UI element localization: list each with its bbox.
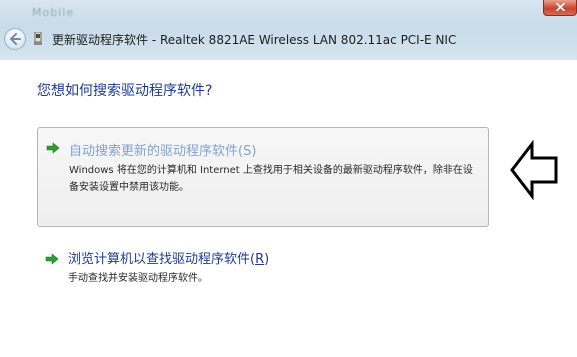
browse-title-text: 浏览计算机以查找驱动程序软件( bbox=[68, 252, 256, 267]
network-device-icon bbox=[34, 32, 42, 45]
auto-search-description: Windows 将在您的计算机和 Internet 上查找用于相关设备的最新驱动… bbox=[69, 165, 473, 193]
update-driver-window: Mobile 更新驱动程序软件 - Realtek 8821AE Wireles… bbox=[0, 0, 577, 357]
blurred-background-text: Mobile bbox=[32, 6, 75, 19]
left-pointing-arrow-icon bbox=[510, 140, 558, 200]
browse-computer-description: 手动查找并安装驱动程序软件。 bbox=[68, 273, 208, 284]
browse-access-key: R bbox=[255, 252, 265, 267]
close-button[interactable] bbox=[543, 0, 577, 16]
browse-computer-title: 浏览计算机以查找驱动程序软件(R) bbox=[68, 248, 269, 267]
green-arrow-icon bbox=[45, 253, 59, 265]
auto-search-option[interactable]: 自动搜索更新的驱动程序软件(S) Windows 将在您的计算机和 Intern… bbox=[37, 127, 489, 227]
browse-title-end: ) bbox=[264, 252, 270, 267]
back-button[interactable] bbox=[4, 28, 26, 50]
browse-computer-option[interactable]: 浏览计算机以查找驱动程序软件(R) 手动查找并安装驱动程序软件。 bbox=[37, 246, 497, 296]
green-arrow-icon bbox=[46, 142, 60, 154]
back-arrow-icon bbox=[10, 33, 21, 45]
auto-search-title: 自动搜索更新的驱动程序软件(S) bbox=[69, 144, 257, 159]
page-heading: 您想如何搜索驱动程序软件? bbox=[37, 83, 213, 99]
dialog-content: 您想如何搜索驱动程序软件? 自动搜索更新的驱动程序软件(S) Windows 将… bbox=[0, 60, 577, 357]
title-bar: Mobile 更新驱动程序软件 - Realtek 8821AE Wireles… bbox=[0, 0, 577, 60]
window-title: 更新驱动程序软件 - Realtek 8821AE Wireless LAN 8… bbox=[52, 33, 457, 47]
